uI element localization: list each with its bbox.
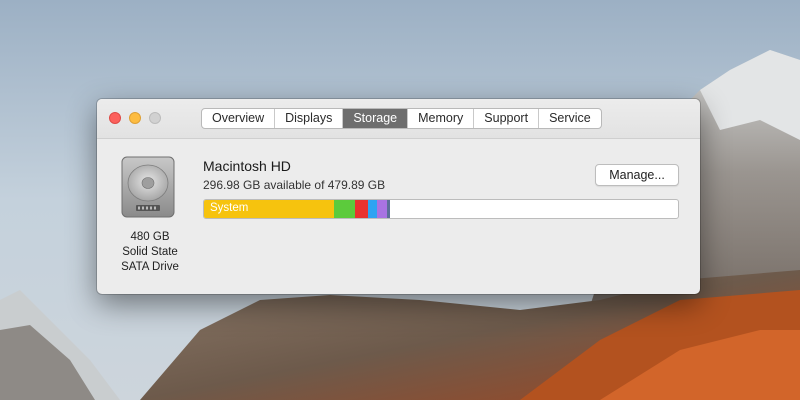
volume-availability: 296.98 GB available of 479.89 GB: [203, 178, 386, 192]
tab-displays[interactable]: Displays: [275, 109, 344, 128]
storage-segment-system: System: [204, 200, 334, 218]
storage-segment-blue: [368, 200, 377, 218]
tab-storage[interactable]: Storage: [343, 109, 409, 128]
disk-type: Solid State: [122, 246, 178, 258]
disk-info: 480 GB Solid State SATA Drive: [105, 230, 195, 275]
storage-segment-slate: [387, 200, 390, 218]
hard-drive-icon: [121, 156, 175, 218]
tab-memory[interactable]: Memory: [408, 109, 475, 128]
titlebar: Overview Displays Storage Memory Support…: [97, 99, 700, 139]
tab-overview[interactable]: Overview: [202, 109, 276, 128]
minimize-window-button[interactable]: [129, 112, 141, 124]
tab-support[interactable]: Support: [474, 109, 540, 128]
tab-bar: Overview Displays Storage Memory Support…: [201, 108, 602, 129]
manage-button[interactable]: Manage...: [595, 164, 679, 186]
storage-segment-purple: [377, 200, 387, 218]
storage-panel: 480 GB Solid State SATA Drive Macintosh …: [97, 140, 700, 294]
storage-segment-red: [355, 200, 368, 218]
disk-capacity: 480 GB: [130, 231, 170, 243]
volume-name: Macintosh HD: [203, 158, 291, 174]
disk-interface: SATA Drive: [121, 261, 179, 273]
storage-usage-bar: System: [203, 199, 679, 219]
storage-segment-green: [334, 200, 355, 218]
storage-segment-label: System: [210, 202, 249, 214]
system-info-window: Overview Displays Storage Memory Support…: [97, 99, 700, 294]
tab-service[interactable]: Service: [539, 109, 601, 128]
close-window-button[interactable]: [109, 112, 121, 124]
zoom-window-button[interactable]: [149, 112, 161, 124]
